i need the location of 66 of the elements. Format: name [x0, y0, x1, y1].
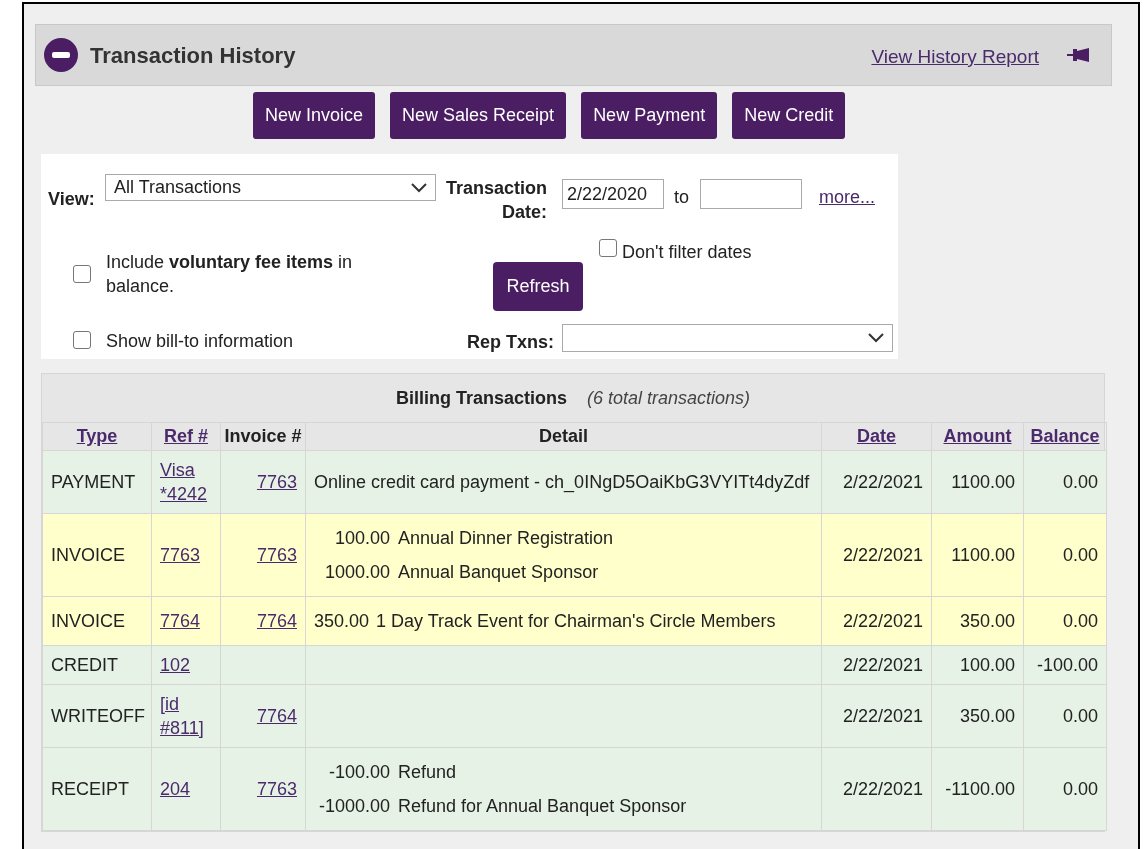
new-item-button[interactable]: New Credit — [732, 92, 846, 139]
balance-text: 0.00 — [1062, 706, 1098, 726]
report-link[interactable]: View History Report — [871, 42, 1039, 72]
amount-text: 1100.00 — [951, 472, 1015, 492]
date-to-field[interactable] — [700, 179, 802, 209]
date-text: 2/22/2021 — [842, 545, 923, 565]
line-description: Refund — [398, 761, 457, 784]
checkbox-label: Don't filter dates — [622, 241, 752, 264]
new-item-button[interactable]: New Payment — [581, 92, 718, 139]
amount-text: 100.00 — [959, 655, 1015, 675]
checkbox-label: Show bill-to information — [106, 330, 294, 353]
transaction-type: PAYMENT — [51, 472, 136, 492]
checkbox[interactable] — [599, 239, 617, 257]
balance-text: 0.00 — [1062, 545, 1098, 565]
table-title: Billing Transactions — [395, 386, 567, 410]
transaction-count: (6 total transactions) — [587, 386, 751, 410]
checkbox-label: Include voluntary fee items in balance. — [106, 251, 354, 298]
to-label: to — [674, 186, 689, 209]
date-text: 2/22/2021 — [842, 611, 923, 631]
transaction-type: WRITEOFF — [51, 706, 145, 726]
balance-text: 0.00 — [1062, 611, 1098, 631]
chevron-down-icon — [411, 182, 427, 193]
amount-text: 350.00 — [959, 611, 1015, 631]
balance-text: -100.00 — [1036, 655, 1098, 675]
date-text: 2/22/2021 — [842, 706, 923, 726]
date-label: Date: — [501, 201, 548, 224]
transaction-type: CREDIT — [51, 655, 118, 675]
detail-text: Online credit card payment - ch_0INgD5OaiKbG3VYITt4dyZdf — [314, 472, 810, 492]
checkbox[interactable] — [73, 265, 91, 283]
rep-label: Rep Txns: — [467, 331, 554, 354]
new-item-button[interactable]: New Invoice — [253, 92, 376, 139]
date-text: 2/22/2021 — [842, 655, 923, 675]
more-link[interactable]: more... — [819, 184, 875, 211]
column-header: Detail — [539, 426, 588, 446]
column-header: Invoice # — [224, 426, 302, 446]
line-amount: 1000.00 — [323, 561, 390, 584]
amount-text: 1100.00 — [951, 545, 1015, 565]
balance-text: 0.00 — [1062, 779, 1098, 799]
refresh-button[interactable]: Refresh — [493, 262, 583, 311]
transaction-type: INVOICE — [51, 545, 125, 565]
pin-icon[interactable] — [1067, 46, 1091, 64]
date-label: Transaction — [446, 177, 548, 200]
amount-text: 350.00 — [959, 706, 1015, 726]
new-item-button[interactable]: New Sales Receipt — [390, 92, 567, 139]
transaction-type: RECEIPT — [51, 779, 129, 799]
date-text: 2/22/2021 — [842, 779, 923, 799]
line-description: Refund for Annual Banquet Sponsor — [398, 795, 687, 818]
chevron-down-icon — [868, 333, 884, 343]
date-from-field[interactable]: 2/22/2020 — [562, 179, 664, 209]
panel-title: Transaction History — [90, 41, 296, 70]
line-description: Annual Dinner Registration — [398, 527, 614, 550]
collapse-icon[interactable] — [44, 38, 78, 72]
balance-text: 0.00 — [1062, 472, 1098, 492]
line-amount: -100.00 — [327, 761, 390, 784]
transaction-type: INVOICE — [51, 611, 125, 631]
rep-dropdown[interactable] — [562, 324, 893, 352]
amount-text: -1100.00 — [945, 779, 1015, 799]
line-amount: -1000.00 — [317, 795, 390, 818]
checkbox[interactable] — [73, 331, 91, 349]
view-dropdown[interactable]: All Transactions — [105, 174, 436, 201]
date-text: 2/22/2021 — [842, 472, 923, 492]
line-amount: 350.00 — [314, 610, 368, 633]
line-description: Annual Banquet Sponsor — [398, 561, 599, 584]
line-description: 1 Day Track Event for Chairman's Circle Members — [376, 610, 776, 633]
view-label: View: — [48, 188, 95, 211]
line-amount: 100.00 — [333, 527, 390, 550]
